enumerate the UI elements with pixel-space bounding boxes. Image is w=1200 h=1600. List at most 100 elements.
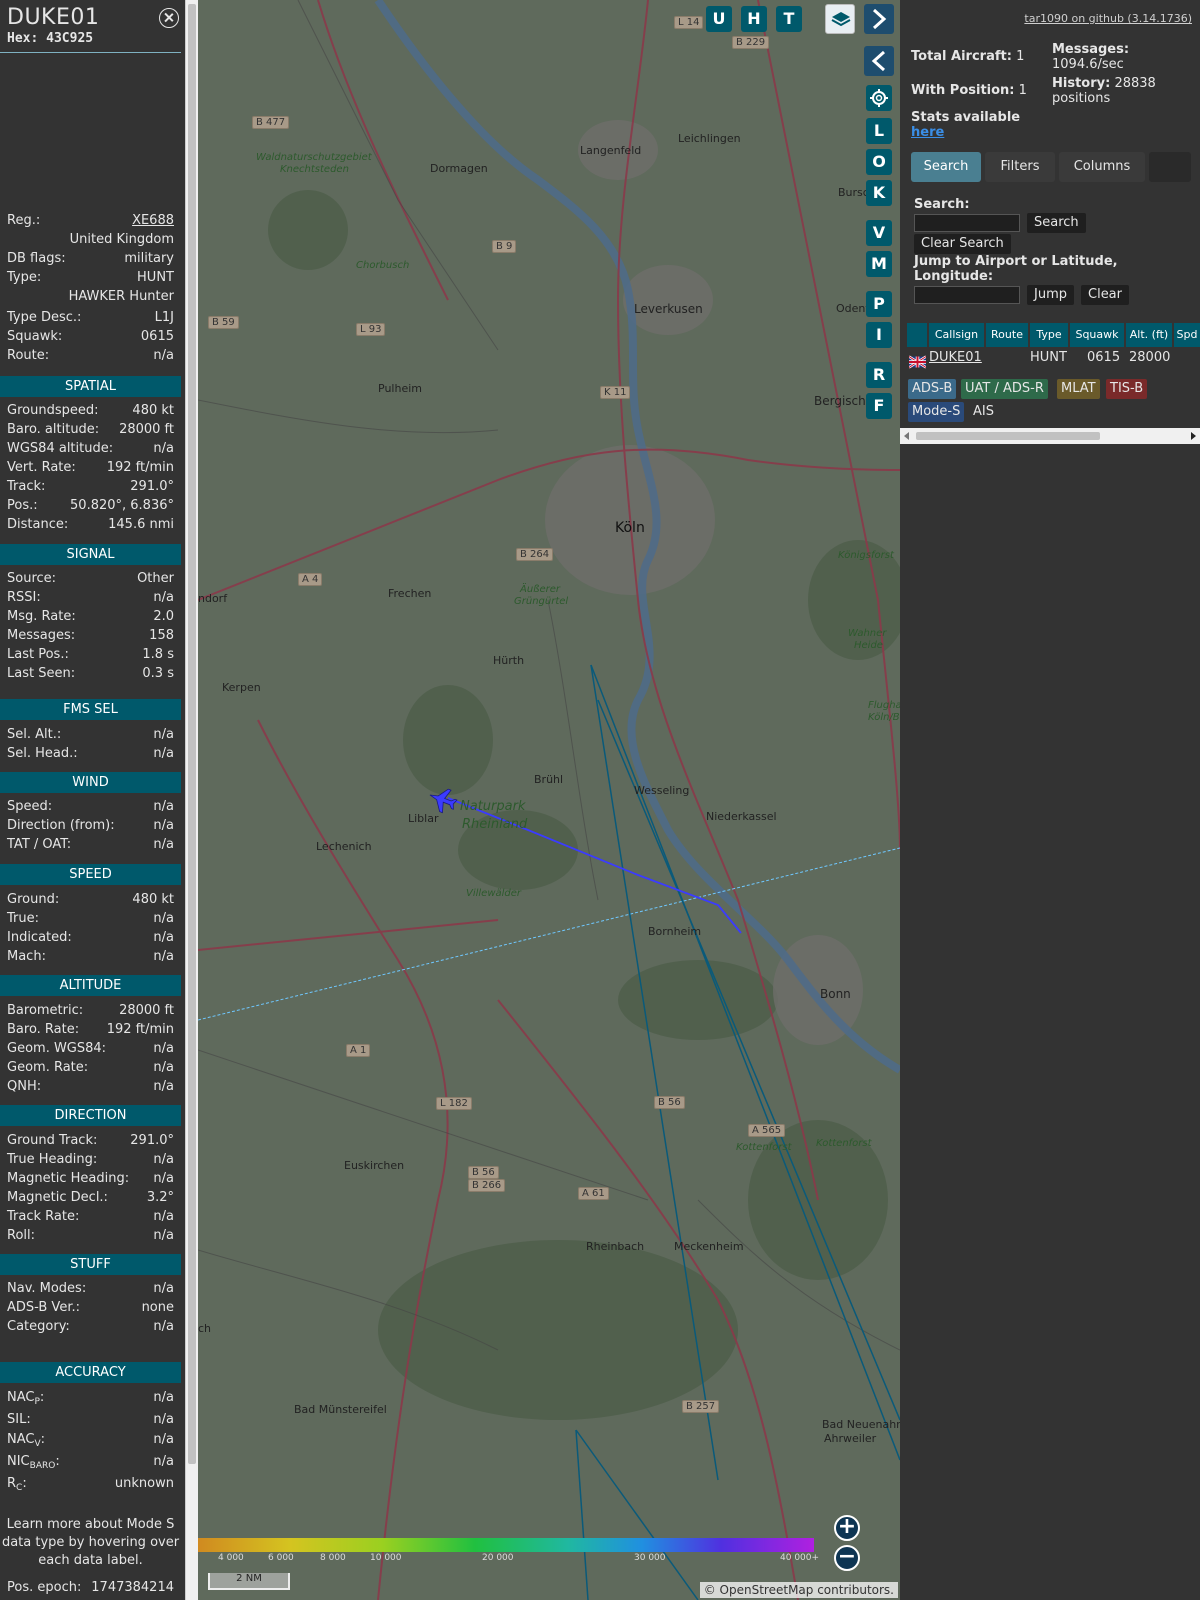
info-row-type: Type: HUNT bbox=[7, 270, 174, 285]
place-label: Langenfeld bbox=[580, 144, 642, 157]
search-button[interactable]: Search bbox=[1027, 213, 1086, 233]
stats-here-link[interactable]: here bbox=[911, 125, 944, 140]
place-label: Grüngürtel bbox=[514, 596, 569, 607]
info-row: Nav. Modes: n/a bbox=[0, 1281, 181, 1300]
collapse-left-button[interactable] bbox=[864, 46, 894, 76]
scrollbar-thumb[interactable] bbox=[188, 4, 196, 1464]
place-label: Leverkusen bbox=[634, 302, 703, 316]
spatial-rows: Groundspeed: 480 kt Baro. altitude: 28000 f… bbox=[0, 403, 181, 536]
place-label: Bad Münstereifel bbox=[294, 1403, 387, 1416]
tab-search[interactable]: Search bbox=[911, 152, 981, 182]
column-header-alt[interactable]: Alt. (ft) bbox=[1126, 323, 1172, 347]
place-label: Waldnaturschutzgebiet bbox=[256, 152, 372, 163]
map-button-i[interactable]: I bbox=[866, 322, 892, 348]
settings-button[interactable] bbox=[866, 85, 892, 111]
info-row-dbflags: DB flags: military bbox=[7, 251, 174, 266]
road-shield: A 1 bbox=[346, 1044, 371, 1057]
tab-columns[interactable]: Columns bbox=[1059, 152, 1145, 182]
zoom-in-button[interactable]: + bbox=[834, 1515, 860, 1541]
tab-filters[interactable]: Filters bbox=[985, 152, 1055, 182]
info-value: n/a bbox=[153, 1079, 174, 1094]
place-label: Rheinland bbox=[462, 817, 528, 832]
row-route bbox=[986, 348, 1028, 368]
info-label: Ground Track: bbox=[7, 1133, 98, 1148]
clear-jump-button[interactable]: Clear bbox=[1081, 285, 1129, 305]
accuracy-rows: NACP: n/a SIL: n/a NACV: n/a NICBARO: n/… bbox=[0, 1390, 181, 1498]
tab-extra[interactable] bbox=[1149, 152, 1191, 182]
road-shield: A 61 bbox=[578, 1187, 609, 1200]
column-header-speed[interactable]: Spd bbox=[1174, 323, 1200, 347]
info-label: Source: bbox=[7, 571, 57, 586]
place-label: Meckenheim bbox=[674, 1240, 744, 1253]
map-button-m[interactable]: M bbox=[866, 251, 892, 277]
map-button-f[interactable]: F bbox=[866, 393, 892, 419]
info-row: Last Seen: 0.3 s bbox=[0, 666, 181, 685]
info-row-typedesc: Type Desc.: L1J bbox=[7, 310, 174, 325]
row-callsign[interactable]: DUKE01 bbox=[929, 348, 982, 368]
section-direction: DIRECTION bbox=[0, 1105, 181, 1126]
jump-button[interactable]: Jump bbox=[1027, 285, 1074, 305]
place-label: Brühl bbox=[534, 773, 564, 786]
scroll-left-icon[interactable] bbox=[904, 432, 909, 440]
selected-hex: Hex: 43C925 bbox=[7, 31, 94, 46]
info-row-reg: Reg.: XE688 bbox=[7, 213, 174, 228]
map-button-r[interactable]: R bbox=[866, 362, 892, 388]
jump-input[interactable] bbox=[914, 286, 1020, 304]
map-button-h[interactable]: H bbox=[741, 6, 767, 32]
info-row: Sel. Alt.: n/a bbox=[0, 727, 181, 746]
github-link[interactable]: tar1090 on github (3.14.1736) bbox=[1024, 12, 1192, 25]
info-row-nacp: NACP: n/a bbox=[7, 1390, 174, 1407]
column-header-flag[interactable] bbox=[907, 323, 927, 347]
info-label: TAT / OAT: bbox=[7, 837, 72, 852]
map-button-u[interactable]: U bbox=[706, 6, 732, 32]
alt-tick: 30 000 bbox=[634, 1553, 666, 1563]
info-label: Messages: bbox=[7, 628, 76, 643]
map-button-v[interactable]: V bbox=[866, 220, 892, 246]
clear-search-button[interactable]: Clear Search bbox=[914, 234, 1011, 254]
section-wind: WIND bbox=[0, 772, 181, 793]
search-input[interactable] bbox=[914, 214, 1020, 232]
registration-link[interactable]: XE688 bbox=[132, 213, 174, 228]
map-attribution[interactable]: © OpenStreetMap contributors. bbox=[699, 1582, 898, 1598]
info-row-typename: HAWKER Hunter bbox=[68, 289, 174, 304]
column-header-type[interactable]: Type bbox=[1030, 323, 1068, 347]
section-stuff: STUFF bbox=[0, 1254, 181, 1275]
section-fms: FMS SEL bbox=[0, 699, 181, 720]
info-row: Source: Other bbox=[0, 571, 181, 590]
altitude-rows: Barometric: 28000 ft Baro. Rate: 192 ft/min… bbox=[0, 1003, 181, 1098]
badge-mlat: MLAT bbox=[1057, 379, 1100, 399]
info-label: Sel. Head.: bbox=[7, 746, 78, 761]
info-label: Last Pos.: bbox=[7, 647, 69, 662]
layers-button[interactable] bbox=[825, 4, 855, 34]
column-header-squawk[interactable]: Squawk bbox=[1070, 323, 1124, 347]
info-label: Ground: bbox=[7, 892, 60, 907]
map-button-p[interactable]: P bbox=[866, 291, 892, 317]
learn-more-note: Learn more about Mode S data type by hov… bbox=[1, 1517, 180, 1568]
map-button-o[interactable]: O bbox=[866, 149, 892, 175]
close-icon[interactable] bbox=[159, 8, 179, 28]
place-label: Lechenich bbox=[316, 840, 372, 853]
column-header-route[interactable]: Route bbox=[986, 323, 1028, 347]
map-button-l[interactable]: L bbox=[866, 118, 892, 144]
scroll-right-icon[interactable] bbox=[1191, 432, 1196, 440]
fms-rows: Sel. Alt.: n/a Sel. Head.: n/a bbox=[0, 727, 181, 765]
table-horizontal-scrollbar[interactable] bbox=[900, 428, 1200, 444]
info-panel-scrollbar[interactable] bbox=[185, 0, 198, 1600]
map-view[interactable]: 4 000 6 000 8 000 10 000 20 000 30 000 4… bbox=[198, 0, 900, 1600]
place-label: Liblar bbox=[408, 812, 439, 825]
expand-right-button[interactable] bbox=[864, 4, 894, 34]
with-position: With Position: 1 bbox=[911, 83, 1027, 98]
place-label: Niederkassel bbox=[706, 810, 777, 823]
map-button-k[interactable]: K bbox=[866, 180, 892, 206]
scrollbar-thumb[interactable] bbox=[916, 432, 1100, 440]
place-label: Euskirchen bbox=[344, 1159, 405, 1172]
info-label: Baro. altitude: bbox=[7, 422, 100, 437]
chevron-left-icon bbox=[871, 50, 886, 72]
column-header-callsign[interactable]: Callsign bbox=[929, 323, 984, 347]
place-label: Bad Neuenahr- bbox=[822, 1418, 900, 1431]
zoom-out-button[interactable]: − bbox=[834, 1545, 860, 1571]
info-value: n/a bbox=[153, 1041, 174, 1056]
place-label: Hürth bbox=[493, 654, 525, 667]
alt-tick: 10 000 bbox=[370, 1553, 402, 1563]
map-button-t[interactable]: T bbox=[776, 6, 802, 32]
